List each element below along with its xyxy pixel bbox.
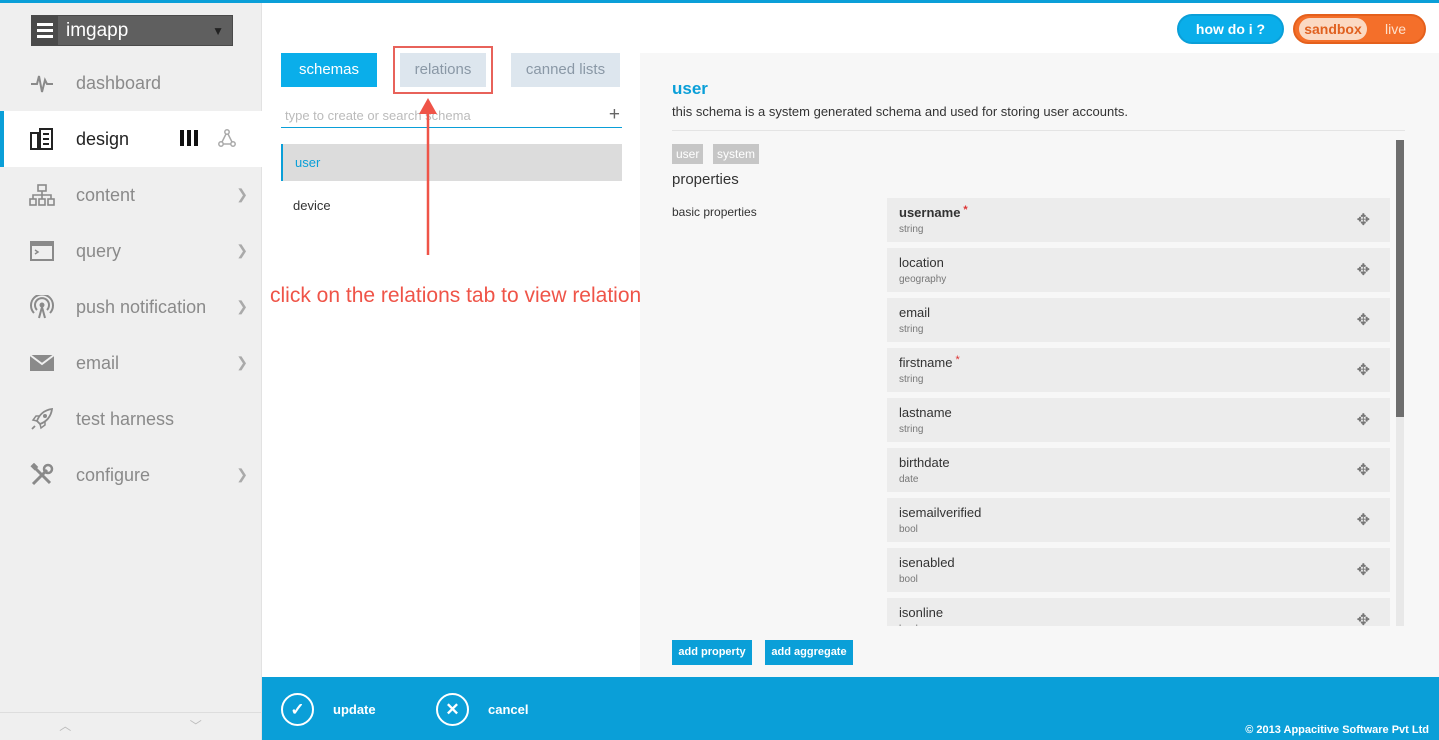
property-type: bool [899,574,918,585]
move-icon[interactable]: ✥ [1357,460,1370,480]
property-name: email [899,305,931,320]
annotation-text: click on the relations tab to view relat… [270,284,652,307]
property-name: location [899,255,944,270]
property-name: isenabled [899,555,955,570]
basic-properties-label: basic properties [672,205,757,219]
property-type: string [899,424,924,435]
close-icon: ✕ [436,693,469,726]
move-icon[interactable]: ✥ [1357,310,1370,330]
property-name: firstname * [899,354,960,370]
footer-bar: ✓ update ✕ cancel © 2013 Appacitive Soft… [262,677,1439,740]
property-name: lastname [899,405,952,420]
move-icon[interactable]: ✥ [1357,410,1370,430]
move-icon[interactable]: ✥ [1357,210,1370,230]
property-row[interactable]: email string ✥ [887,298,1390,342]
property-type: geography [899,274,947,285]
cancel-label: cancel [488,702,529,717]
properties-heading: properties [672,171,739,188]
property-type: date [899,474,919,485]
property-row[interactable]: isenabled bool ✥ [887,548,1390,592]
move-icon[interactable]: ✥ [1357,360,1370,380]
property-row[interactable]: birthdate date ✥ [887,448,1390,492]
property-type: string [899,374,924,385]
property-row[interactable]: username * string ✥ [887,198,1390,242]
property-name: isemailverified [899,505,982,520]
property-list-scrollbar[interactable] [1396,140,1404,626]
property-row[interactable]: lastname string ✥ [887,398,1390,442]
add-property-button[interactable]: add property [672,640,752,665]
add-aggregate-button[interactable]: add aggregate [765,640,853,665]
move-icon[interactable]: ✥ [1357,610,1370,626]
schema-tag: user [672,144,704,164]
property-type: bool [899,624,918,626]
move-icon[interactable]: ✥ [1357,260,1370,280]
divider [672,130,1405,131]
property-type: bool [899,524,918,535]
property-name: birthdate [899,455,950,470]
property-row[interactable]: location geography ✥ [887,248,1390,292]
move-icon[interactable]: ✥ [1357,510,1370,530]
property-type: string [899,324,924,335]
update-button[interactable]: ✓ update [281,693,376,726]
property-name: isonline [899,605,944,620]
check-icon: ✓ [281,693,314,726]
property-list: username * string ✥ location geography ✥ … [887,198,1390,626]
move-icon[interactable]: ✥ [1357,560,1370,580]
required-marker: * [963,204,968,216]
scrollbar-thumb[interactable] [1396,140,1404,417]
schema-description: this schema is a system generated schema… [672,104,1128,119]
required-marker: * [955,354,960,366]
property-row[interactable]: isemailverified bool ✥ [887,498,1390,542]
property-row[interactable]: firstname * string ✥ [887,348,1390,392]
schema-title: user [672,79,708,98]
property-name: username * [899,204,968,220]
schema-tag: system [713,144,760,164]
cancel-button[interactable]: ✕ cancel [436,693,528,726]
property-row[interactable]: isonline bool ✥ [887,598,1390,626]
property-type: string [899,224,924,235]
update-label: update [333,702,376,717]
copyright-text: © 2013 Appacitive Software Pvt Ltd [1245,724,1429,736]
